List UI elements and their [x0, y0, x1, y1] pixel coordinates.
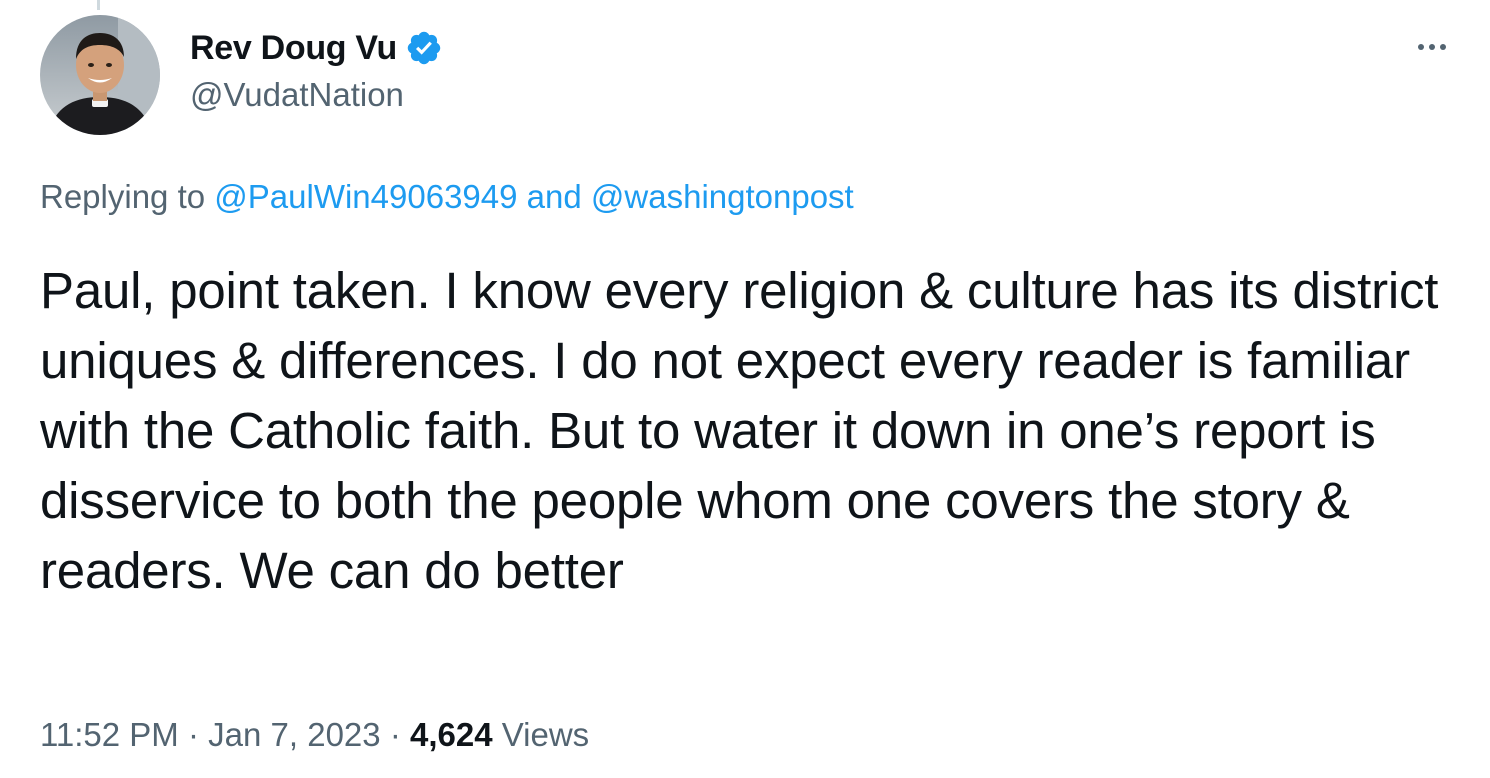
- reply-mention-washingtonpost[interactable]: @washingtonpost: [591, 178, 854, 215]
- reply-prefix: Replying to: [40, 178, 206, 215]
- tweet-text: Paul, point taken. I know every religion…: [40, 262, 1439, 599]
- more-icon-dot: [1440, 44, 1446, 50]
- verified-badge-icon: [405, 29, 443, 67]
- reply-connector[interactable]: and: [527, 178, 582, 215]
- thread-connector-line: [97, 0, 100, 10]
- reply-context: Replying to @PaulWin49063949 and @washin…: [40, 178, 854, 216]
- views-count[interactable]: 4,624: [410, 716, 493, 753]
- tweet-time[interactable]: 11:52 PM: [40, 716, 179, 753]
- user-handle[interactable]: @VudatNation: [190, 76, 404, 114]
- tweet-meta: 11:52 PM · Jan 7, 2023 · 4,624 Views: [40, 716, 589, 754]
- meta-separator: ·: [187, 716, 199, 753]
- avatar[interactable]: [40, 15, 160, 135]
- meta-separator: ·: [389, 716, 401, 753]
- reply-mention-paulwin[interactable]: @PaulWin49063949: [214, 178, 517, 215]
- more-icon-dot: [1429, 44, 1435, 50]
- tweet-date[interactable]: Jan 7, 2023: [208, 716, 380, 753]
- display-name[interactable]: Rev Doug Vu: [190, 29, 397, 68]
- views-label: Views: [501, 716, 590, 753]
- author-name-row: Rev Doug Vu: [190, 26, 443, 70]
- more-options-button[interactable]: [1410, 30, 1454, 64]
- more-icon-dot: [1418, 44, 1424, 50]
- avatar-image: [40, 15, 160, 135]
